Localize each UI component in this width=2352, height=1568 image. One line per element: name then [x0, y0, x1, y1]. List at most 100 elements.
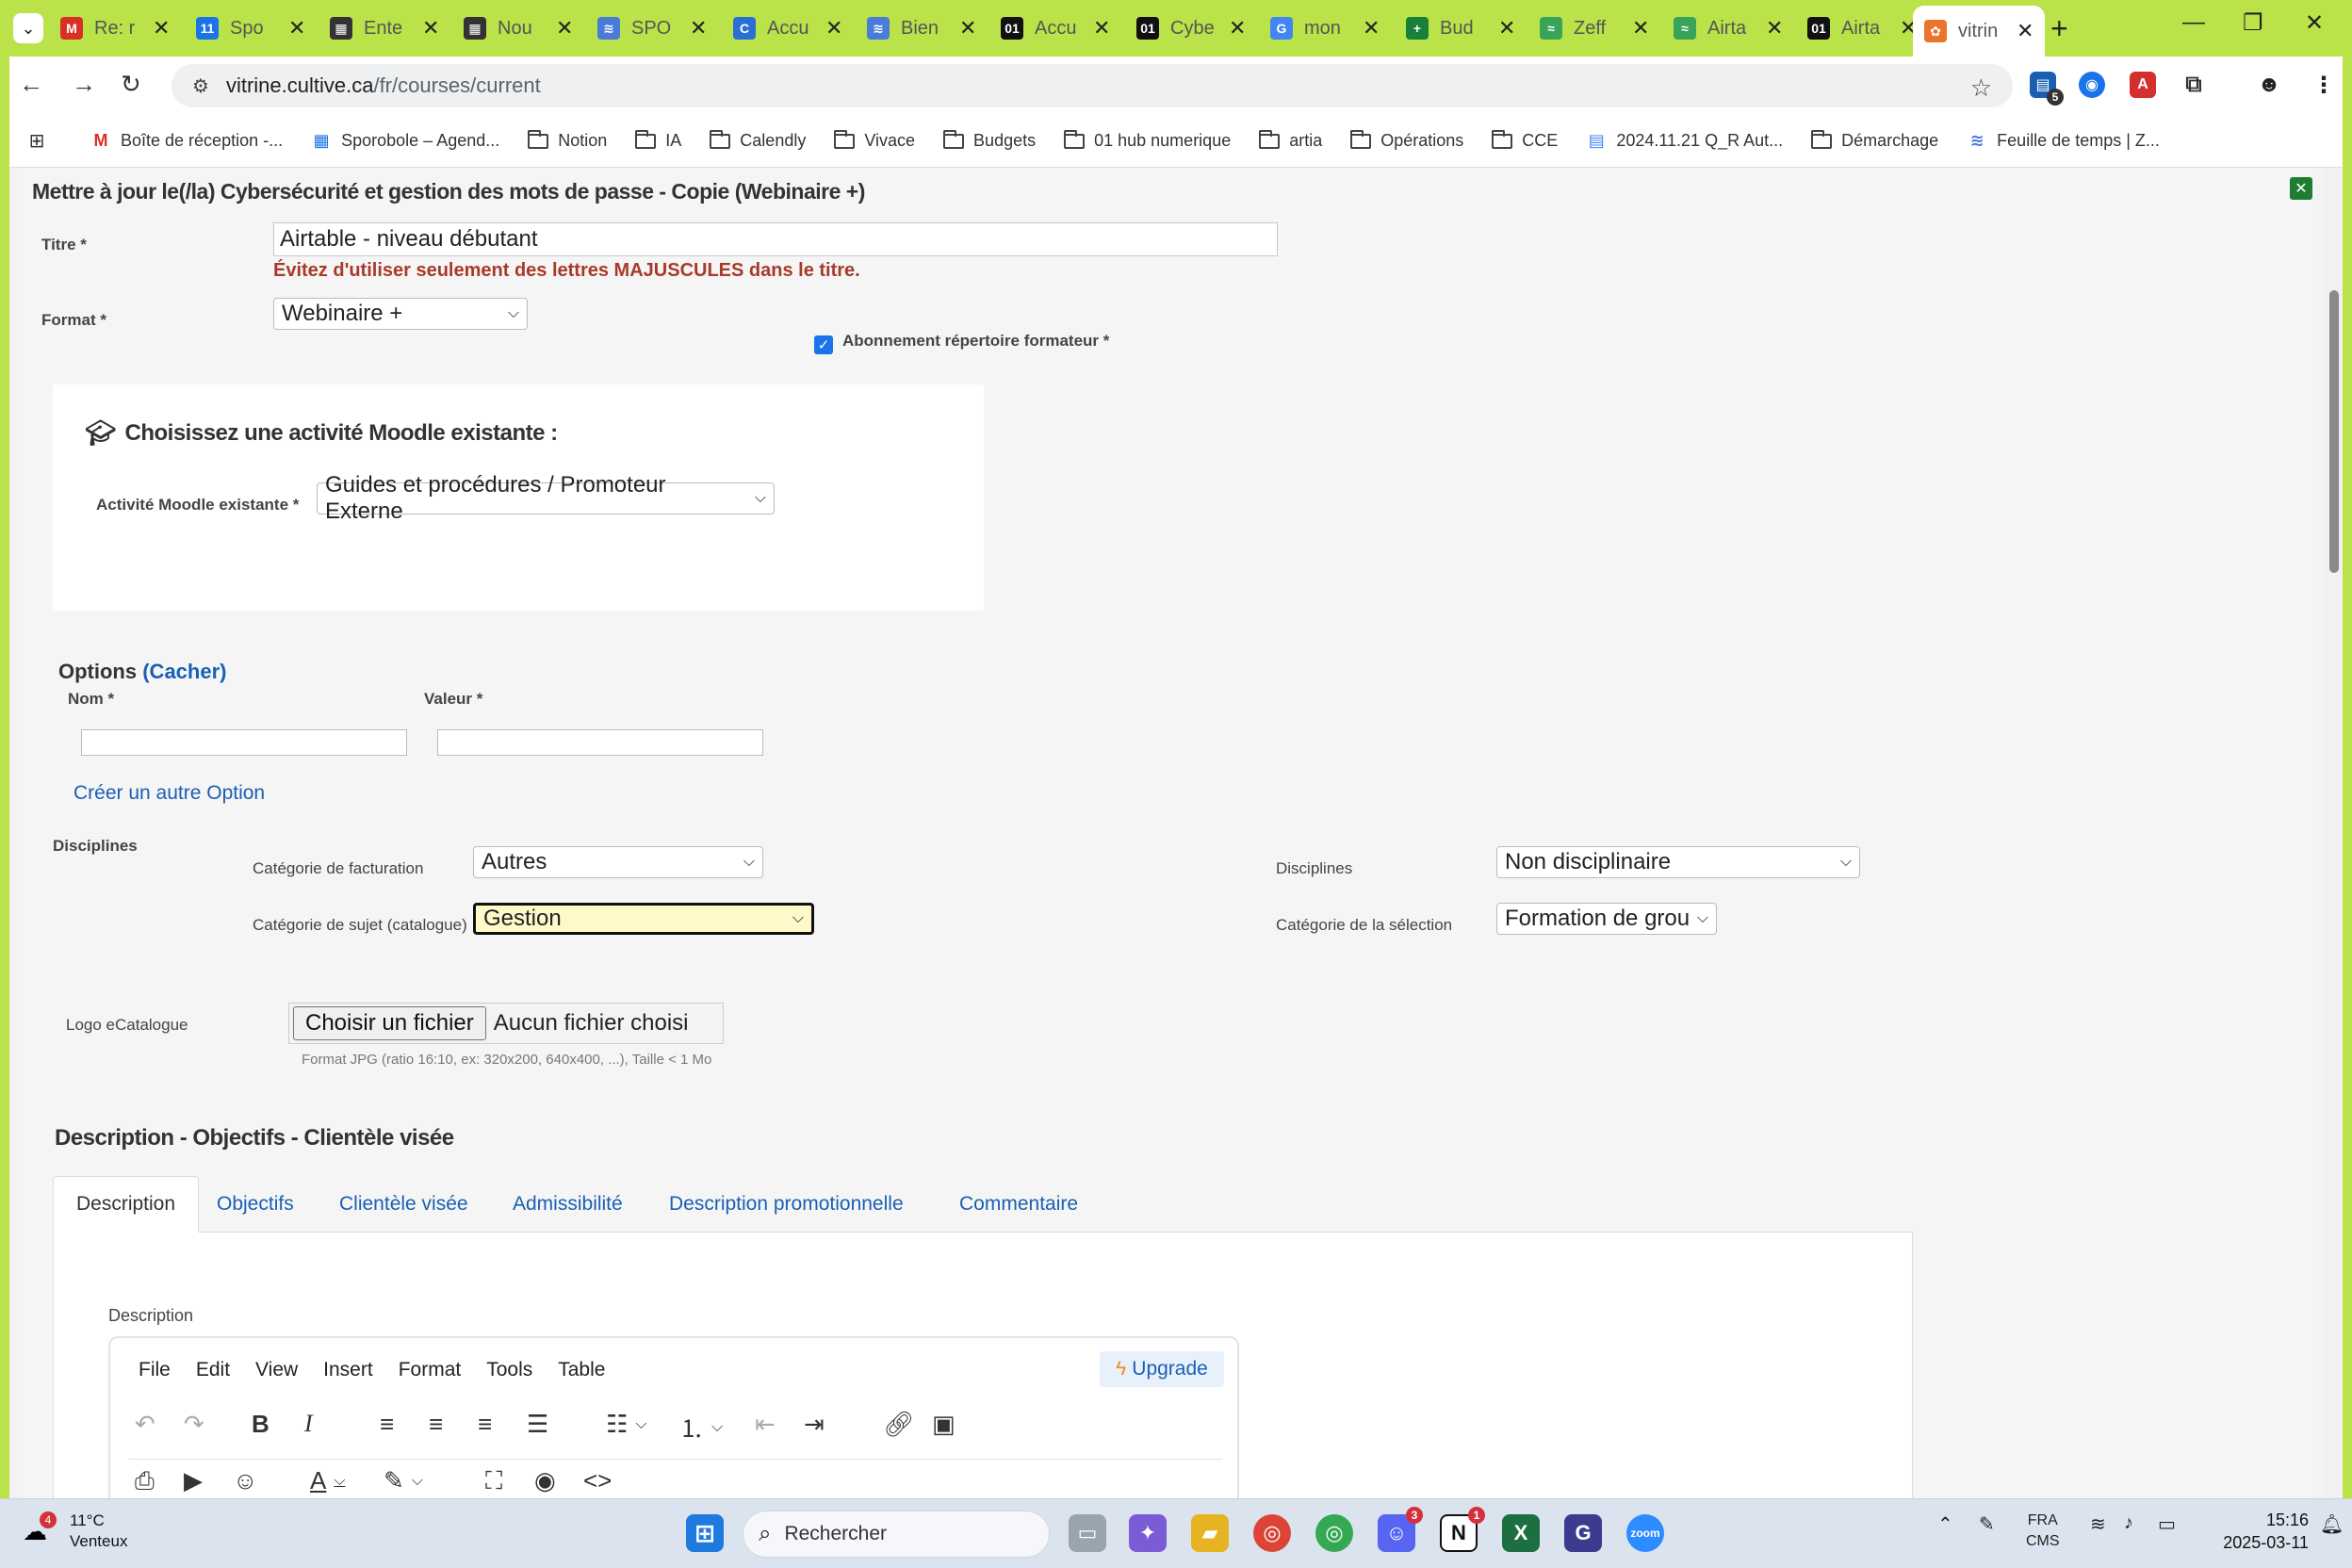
choose-file-button[interactable]: Choisir un fichier	[293, 1006, 486, 1040]
apps-grid-icon[interactable]: ⊞	[26, 131, 57, 152]
menu-file[interactable]: File	[139, 1359, 171, 1381]
minimize-icon[interactable]: —	[2182, 9, 2205, 36]
notion-icon[interactable]: N1	[1440, 1507, 1485, 1552]
moodle-select[interactable]: Guides et procédures / Promoteur Externe…	[317, 472, 775, 524]
close-tab-icon[interactable]: ✕	[1766, 16, 1783, 41]
bookmark-item[interactable]: Démarchage	[1811, 129, 1938, 151]
menu-edit[interactable]: Edit	[196, 1359, 230, 1381]
option-valeur-input[interactable]	[437, 729, 763, 756]
outdent-icon[interactable]: ⇤	[755, 1410, 776, 1439]
extension-icon-pdf[interactable]: A	[2130, 72, 2156, 98]
tab-objectifs[interactable]: Objectifs	[194, 1176, 317, 1233]
scrollbar-thumb[interactable]	[2329, 290, 2339, 573]
chrome-profile-icon[interactable]: ◎	[1315, 1514, 1353, 1552]
browser-tab[interactable]: 01 Airta ✕	[1796, 9, 1928, 47]
menu-insert[interactable]: Insert	[323, 1359, 373, 1381]
browser-tab[interactable]: ✿ vitrin ✕	[1913, 6, 2046, 57]
bullet-list-icon[interactable]: ☷ ⌵	[606, 1410, 646, 1439]
close-tab-icon[interactable]: ✕	[1363, 16, 1380, 41]
menu-table[interactable]: Table	[558, 1359, 605, 1381]
abonnement-checkbox[interactable]: ✓	[814, 335, 833, 354]
highlight-icon[interactable]: ✎ ⌵	[384, 1466, 423, 1495]
link-icon[interactable]: 🔗︎	[883, 1410, 914, 1439]
wifi-icon[interactable]: ≋	[2090, 1512, 2106, 1536]
browser-tab[interactable]: 01 Cybe ✕	[1125, 9, 1257, 47]
extensions-puzzle-icon[interactable]: ⧉	[2180, 72, 2207, 98]
tab-commentaire[interactable]: Commentaire	[937, 1176, 1101, 1233]
bookmark-item[interactable]: artia	[1259, 129, 1322, 151]
clock[interactable]: 15:16 2025-03-11	[2201, 1509, 2309, 1554]
browser-tab[interactable]: 11 Spo ✕	[185, 9, 317, 47]
undo-icon[interactable]: ↶	[135, 1410, 155, 1439]
url-text[interactable]: vitrine.cultive.ca/fr/courses/current	[226, 74, 541, 98]
justify-icon[interactable]: ☰	[527, 1410, 548, 1439]
align-left-icon[interactable]: ≡	[380, 1410, 394, 1439]
close-tab-icon[interactable]: ✕	[556, 16, 573, 41]
emoji-icon[interactable]: ☺	[233, 1466, 258, 1495]
logo-file-input[interactable]: Choisir un fichier Aucun fichier choisi	[288, 1003, 724, 1044]
tab-search-button[interactable]: ⌄	[13, 13, 43, 43]
close-tab-icon[interactable]: ✕	[825, 16, 842, 41]
bookmark-item[interactable]: Budgets	[943, 129, 1036, 151]
browser-tab[interactable]: + Bud ✕	[1395, 9, 1527, 47]
bold-icon[interactable]: B	[252, 1410, 270, 1439]
source-code-icon[interactable]: <>	[583, 1466, 612, 1495]
page-scrollbar[interactable]	[2326, 168, 2343, 1498]
restore-icon[interactable]: ❐	[2243, 9, 2263, 37]
browser-tab[interactable]: ≋ Bien ✕	[856, 9, 988, 47]
bookmark-item[interactable]: ▤ 2024.11.21 Q_R Aut...	[1586, 131, 1783, 151]
text-color-icon[interactable]: A ⌵	[310, 1466, 345, 1495]
titre-input[interactable]: Airtable - niveau débutant	[273, 222, 1278, 256]
notifications-bell-icon[interactable]: 🔔︎	[2320, 1512, 2344, 1536]
bookmark-item[interactable]: CCE	[1492, 129, 1558, 151]
copilot-icon[interactable]: ✦	[1129, 1514, 1167, 1552]
create-option-link[interactable]: Créer un autre Option	[74, 782, 265, 805]
reload-icon[interactable]: ↻	[121, 70, 141, 99]
bookmark-item[interactable]: Calendly	[710, 129, 806, 151]
disciplines-select[interactable]: Non disciplinaire ⌵	[1496, 846, 1860, 878]
italic-icon[interactable]: I	[304, 1410, 313, 1438]
browser-tab[interactable]: ≈ Zeff ✕	[1528, 9, 1660, 47]
profile-avatar[interactable]: ☻	[2256, 72, 2282, 98]
address-bar[interactable]: ⚙ vitrine.cultive.ca/fr/courses/current …	[172, 64, 2013, 107]
facturation-select[interactable]: Autres ⌵	[473, 846, 763, 878]
tab-description[interactable]: Description	[53, 1176, 200, 1233]
close-tab-icon[interactable]: ✕	[422, 16, 439, 41]
new-tab-button[interactable]: +	[2050, 11, 2068, 46]
redo-icon[interactable]: ↷	[184, 1410, 204, 1439]
upgrade-button[interactable]: ϟ Upgrade	[1100, 1351, 1224, 1387]
indent-icon[interactable]: ⇥	[804, 1410, 825, 1439]
browser-tab[interactable]: ▦ Ente ✕	[318, 9, 450, 47]
extension-icon-circle[interactable]: ◉	[2079, 72, 2105, 98]
image-icon[interactable]: ▣	[932, 1410, 956, 1439]
bookmark-item[interactable]: ▦ Sporobole – Agend...	[311, 131, 500, 151]
browser-tab[interactable]: C Accu ✕	[722, 9, 854, 47]
close-tab-icon[interactable]: ✕	[2017, 19, 2034, 43]
zoom-icon[interactable]: zoom	[1626, 1514, 1664, 1552]
media-icon[interactable]: ▶	[184, 1466, 203, 1495]
preview-eye-icon[interactable]: ◉	[534, 1466, 556, 1495]
extension-icon-tasks[interactable]: ▤ 5	[2030, 72, 2064, 106]
close-tab-icon[interactable]: ✕	[1229, 16, 1246, 41]
browser-tab[interactable]: Gmon ✕	[1259, 9, 1391, 47]
tab-clientele[interactable]: Clientèle visée	[317, 1176, 491, 1233]
volume-icon[interactable]: ♪	[2124, 1512, 2133, 1534]
pen-icon[interactable]: ✎	[1979, 1512, 1995, 1536]
format-select[interactable]: Webinaire + ⌵	[273, 298, 528, 330]
taskbar-search[interactable]: ⌕ Rechercher	[743, 1511, 1050, 1558]
close-tab-icon[interactable]: ✕	[288, 16, 305, 41]
browser-tab[interactable]: ≋ SPO ✕	[586, 9, 718, 47]
bookmark-item[interactable]: 01 hub numerique	[1064, 129, 1231, 151]
print-icon[interactable]: ⎙	[135, 1466, 155, 1496]
align-right-icon[interactable]: ≡	[478, 1410, 492, 1439]
fullscreen-icon[interactable]: ⛶	[485, 1466, 502, 1496]
weather-widget[interactable]: ☁ 4 11°C Venteux	[23, 1511, 127, 1552]
bookmark-item[interactable]: ≋ Feuille de temps | Z...	[1967, 131, 2160, 151]
bookmark-item[interactable]: Notion	[528, 129, 607, 151]
back-icon[interactable]: ←	[19, 70, 43, 99]
options-hide-link[interactable]: (Cacher)	[142, 660, 226, 683]
menu-format[interactable]: Format	[399, 1359, 462, 1381]
app-g-icon[interactable]: G	[1564, 1514, 1602, 1552]
site-info-icon[interactable]: ⚙	[192, 74, 209, 98]
start-icon[interactable]: ⊞	[686, 1514, 724, 1552]
